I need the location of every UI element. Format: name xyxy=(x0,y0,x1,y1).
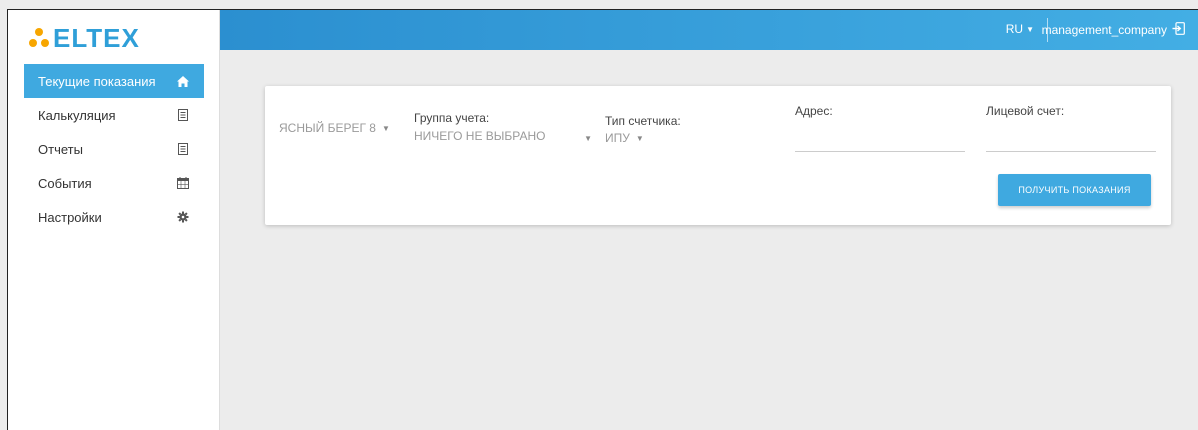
address-input[interactable] xyxy=(795,126,965,152)
document-icon xyxy=(176,142,190,156)
account-label: Лицевой счет: xyxy=(986,104,1065,118)
meter-type-field: Тип счетчика: ИПУ ▼ xyxy=(605,114,681,145)
logout-icon[interactable] xyxy=(1172,22,1185,38)
sidebar-item-label: Настройки xyxy=(38,209,102,225)
get-readings-button[interactable]: ПОЛУЧИТЬ ПОКАЗАНИЯ xyxy=(998,174,1151,206)
address-field: Адрес: xyxy=(795,104,965,152)
language-label: RU xyxy=(1005,22,1024,36)
user-menu[interactable]: management_company xyxy=(1042,22,1185,38)
username: management_company xyxy=(1041,23,1167,37)
chevron-down-icon: ▼ xyxy=(381,123,390,133)
account-input[interactable] xyxy=(986,126,1156,152)
chevron-down-icon: ▼ xyxy=(1026,24,1034,34)
sidebar-item-current-readings[interactable]: Текущие показания xyxy=(24,64,204,98)
complex-select[interactable]: ЯСНЫЙ БЕРЕГ 8 ▼ xyxy=(279,121,390,135)
sidebar-item-reports[interactable]: Отчеты xyxy=(24,132,204,166)
sidebar-item-calculation[interactable]: Калькуляция xyxy=(24,98,204,132)
group-value: НИЧЕГО НЕ ВЫБРАНО xyxy=(414,128,546,143)
home-icon xyxy=(176,74,190,88)
top-bar: RU ▼ management_company xyxy=(220,10,1198,50)
chevron-down-icon: ▼ xyxy=(584,134,592,143)
gear-icon xyxy=(176,210,190,224)
meter-type-select[interactable]: ИПУ ▼ xyxy=(605,131,681,145)
sidebar: ELTEX Текущие показания Калькуляция Отче… xyxy=(8,10,220,430)
group-label: Группа учета: xyxy=(414,111,490,125)
sidebar-item-label: Калькуляция xyxy=(38,107,116,123)
eltex-logo[interactable]: ELTEX xyxy=(28,24,140,52)
logo-text: ELTEX xyxy=(53,23,140,53)
sidebar-item-settings[interactable]: Настройки xyxy=(24,200,204,234)
meter-type-label: Тип счетчика: xyxy=(605,114,681,128)
eltex-logo-icon xyxy=(29,28,49,47)
sidebar-menu: Текущие показания Калькуляция Отчеты Соб… xyxy=(24,64,204,234)
app-window: ELTEX Текущие показания Калькуляция Отче… xyxy=(7,9,1198,430)
chevron-down-icon: ▼ xyxy=(635,133,644,143)
sidebar-item-label: Отчеты xyxy=(38,141,83,157)
sidebar-item-label: События xyxy=(38,175,92,191)
group-select[interactable]: НИЧЕГО НЕ ВЫБРАНО ▼ xyxy=(414,128,592,144)
complex-value: ЯСНЫЙ БЕРЕГ 8 xyxy=(279,121,376,135)
sidebar-item-events[interactable]: События xyxy=(24,166,204,200)
sidebar-item-label: Текущие показания xyxy=(38,73,156,89)
group-field: Группа учета: НИЧЕГО НЕ ВЫБРАНО ▼ xyxy=(414,111,592,143)
document-icon xyxy=(176,108,190,122)
language-selector[interactable]: RU ▼ xyxy=(1006,22,1034,36)
calendar-icon xyxy=(176,176,190,190)
address-label: Адрес: xyxy=(795,104,833,118)
account-field: Лицевой счет: xyxy=(986,104,1156,152)
filter-panel: ЯСНЫЙ БЕРЕГ 8 ▼ Группа учета: НИЧЕГО НЕ … xyxy=(265,86,1171,225)
meter-type-value: ИПУ xyxy=(605,131,630,145)
